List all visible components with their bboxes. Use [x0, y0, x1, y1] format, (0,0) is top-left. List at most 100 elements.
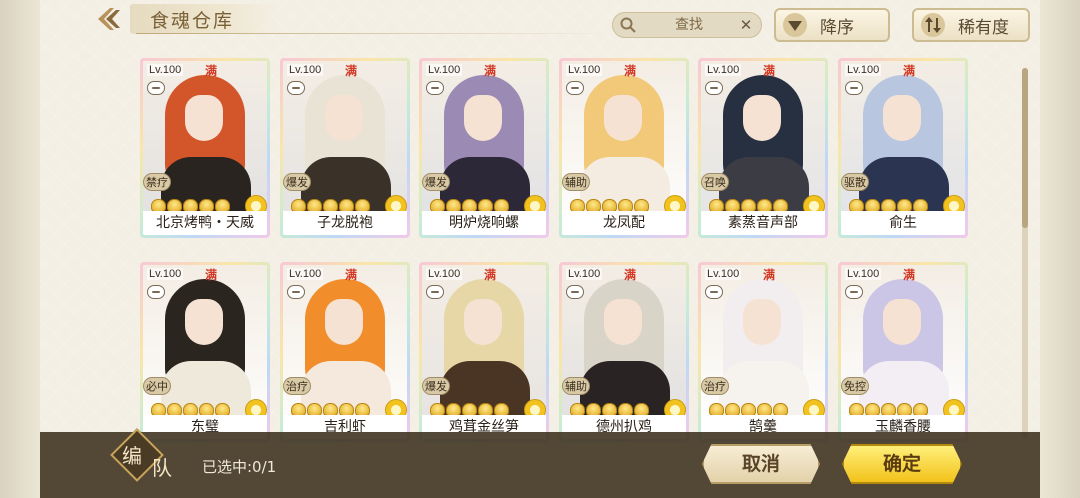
portrait-face: [743, 299, 781, 345]
right-margin: [1040, 0, 1080, 498]
character-card[interactable]: Lv.100 满爆发明炉烧响螺: [419, 58, 549, 238]
max-badge: 满: [623, 268, 636, 282]
search-icon: [620, 17, 636, 33]
card-inner: Lv.100 满辅助 龙凤配: [562, 61, 686, 235]
character-card[interactable]: Lv.100 满必中 东璧: [140, 262, 270, 442]
level-label: Lv.100: [426, 64, 463, 76]
level-label: Lv.100: [566, 268, 603, 280]
card-inner: Lv.100 满爆发 子龙脱袍: [283, 61, 407, 235]
character-card[interactable]: Lv.100 满召唤素蒸音声部: [698, 58, 828, 238]
character-name: 素蒸音声部: [701, 211, 825, 235]
expression-icon: [845, 285, 863, 299]
team-logo-char1: 编: [122, 444, 142, 468]
character-card[interactable]: Lv.100 满爆发 子龙脱袍: [280, 58, 410, 238]
confirm-button[interactable]: 确定: [842, 444, 962, 484]
level-label: Lv.100: [845, 268, 882, 280]
portrait-face: [883, 95, 921, 141]
portrait-face: [464, 299, 502, 345]
search-input[interactable]: [641, 16, 737, 34]
role-tag: 禁疗: [143, 173, 171, 191]
search-box[interactable]: ✕: [612, 12, 762, 38]
expression-icon: [147, 285, 165, 299]
role-tag: 召唤: [701, 173, 729, 191]
max-badge: 满: [762, 64, 775, 78]
role-tag: 必中: [143, 377, 171, 395]
expression-icon: [705, 81, 723, 95]
level-label: Lv.100: [705, 64, 742, 76]
team-logo: 编 队: [110, 428, 182, 492]
sort-order-button[interactable]: 降序: [774, 8, 890, 42]
level-label: Lv.100: [287, 268, 324, 280]
scrollbar[interactable]: [1022, 68, 1028, 438]
card-inner: Lv.100 满爆发 鸡茸金丝笋: [422, 265, 546, 439]
level-label: Lv.100: [147, 268, 184, 280]
expression-icon: [147, 81, 165, 95]
card-inner: Lv.100 满禁疗 北京烤鸭・天威: [143, 61, 267, 235]
max-badge: 满: [204, 64, 217, 78]
sort-order-label: 降序: [820, 17, 854, 38]
max-badge: 满: [762, 268, 775, 282]
sort-rarity-label: 稀有度: [958, 17, 1009, 38]
character-name: 明炉烧响螺: [422, 211, 546, 235]
expression-icon: [287, 285, 305, 299]
portrait-face: [325, 95, 363, 141]
role-tag: 爆发: [422, 377, 450, 395]
close-icon[interactable]: ✕: [737, 16, 755, 34]
portrait-face: [604, 95, 642, 141]
page-title: 食魂仓库: [150, 10, 235, 32]
portrait-face: [464, 95, 502, 141]
sort-rarity-button[interactable]: 稀有度: [912, 8, 1030, 42]
expression-icon: [287, 81, 305, 95]
expression-icon: [705, 285, 723, 299]
title-divider: [136, 33, 616, 34]
character-card[interactable]: Lv.100 满禁疗 北京烤鸭・天威: [140, 58, 270, 238]
role-tag: 治疗: [701, 377, 729, 395]
character-name: 龙凤配: [562, 211, 686, 235]
role-tag: 辅助: [562, 377, 590, 395]
max-badge: 满: [344, 268, 357, 282]
max-badge: 满: [344, 64, 357, 78]
character-name: 俞生: [841, 211, 965, 235]
expression-icon: [566, 285, 584, 299]
cancel-button[interactable]: 取消: [702, 444, 820, 484]
character-card[interactable]: Lv.100 满治疗 鹄羹: [698, 262, 828, 442]
max-badge: 满: [483, 268, 496, 282]
role-tag: 爆发: [422, 173, 450, 191]
portrait-face: [325, 299, 363, 345]
card-inner: Lv.100 满爆发明炉烧响螺: [422, 61, 546, 235]
character-card[interactable]: Lv.100 满治疗 吉利虾: [280, 262, 410, 442]
character-card[interactable]: Lv.100 满驱散 俞生: [838, 58, 968, 238]
level-label: Lv.100: [147, 64, 184, 76]
scrollbar-thumb[interactable]: [1022, 68, 1028, 228]
level-label: Lv.100: [845, 64, 882, 76]
character-card[interactable]: Lv.100 满辅助 龙凤配: [559, 58, 689, 238]
level-label: Lv.100: [705, 268, 742, 280]
max-badge: 满: [902, 268, 915, 282]
expression-icon: [845, 81, 863, 95]
max-badge: 满: [623, 64, 636, 78]
portrait-face: [883, 299, 921, 345]
selected-count: 已选中:0/1: [202, 458, 277, 476]
level-label: Lv.100: [287, 64, 324, 76]
card-inner: Lv.100 满驱散 俞生: [841, 61, 965, 235]
card-inner: Lv.100 满辅助 德州扒鸡: [562, 265, 686, 439]
role-tag: 辅助: [562, 173, 590, 191]
card-inner: Lv.100 满召唤素蒸音声部: [701, 61, 825, 235]
character-card[interactable]: Lv.100 满免控 玉麟香腰: [838, 262, 968, 442]
expression-icon: [426, 285, 444, 299]
team-logo-char2: 队: [152, 456, 172, 480]
level-label: Lv.100: [426, 268, 463, 280]
sort-swap-icon: [920, 12, 946, 38]
expression-icon: [566, 81, 584, 95]
character-card[interactable]: Lv.100 满爆发 鸡茸金丝笋: [419, 262, 549, 442]
character-card[interactable]: Lv.100 满辅助 德州扒鸡: [559, 262, 689, 442]
max-badge: 满: [902, 64, 915, 78]
back-button[interactable]: [92, 4, 126, 34]
max-badge: 满: [204, 268, 217, 282]
card-inner: Lv.100 满治疗 鹄羹: [701, 265, 825, 439]
back-arrow-icon: [98, 8, 120, 30]
role-tag: 治疗: [283, 377, 311, 395]
portrait-face: [604, 299, 642, 345]
card-inner: Lv.100 满免控 玉麟香腰: [841, 265, 965, 439]
max-badge: 满: [483, 64, 496, 78]
